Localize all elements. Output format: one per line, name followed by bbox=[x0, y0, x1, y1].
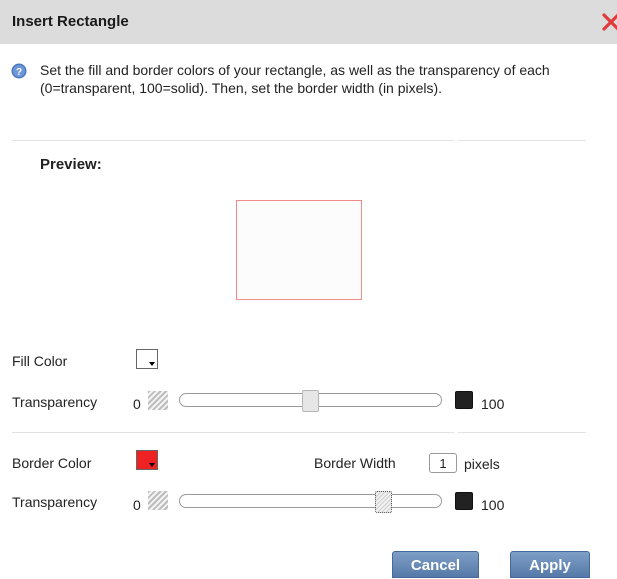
border-color-picker[interactable] bbox=[136, 450, 158, 470]
border-transparency-label: Transparency bbox=[12, 494, 98, 510]
fill-transparency-min: 0 bbox=[133, 396, 141, 412]
border-width-label: Border Width bbox=[314, 455, 396, 471]
divider bbox=[12, 432, 454, 433]
border-color-label: Border Color bbox=[12, 455, 92, 471]
apply-button[interactable]: Apply bbox=[510, 551, 590, 578]
slider-handle[interactable] bbox=[302, 390, 319, 412]
rectangle-preview bbox=[236, 200, 362, 300]
preview-label: Preview: bbox=[40, 156, 102, 173]
border-transparency-slider[interactable] bbox=[179, 491, 442, 513]
dialog-title: Insert Rectangle bbox=[12, 13, 129, 30]
transparent-swatch-icon bbox=[148, 391, 168, 410]
solid-swatch-icon bbox=[455, 492, 473, 510]
dropdown-arrow-icon bbox=[149, 362, 155, 366]
close-icon[interactable] bbox=[601, 12, 617, 32]
divider bbox=[458, 140, 586, 141]
fill-color-label: Fill Color bbox=[12, 353, 68, 369]
divider bbox=[12, 140, 454, 141]
fill-transparency-label: Transparency bbox=[12, 394, 98, 410]
border-width-input[interactable] bbox=[429, 453, 457, 473]
fill-transparency-slider[interactable] bbox=[179, 390, 442, 412]
cancel-button[interactable]: Cancel bbox=[392, 551, 479, 578]
slider-handle[interactable] bbox=[375, 491, 392, 513]
svg-text:?: ? bbox=[16, 67, 22, 78]
border-width-unit: pixels bbox=[464, 456, 500, 472]
divider bbox=[458, 432, 586, 433]
transparent-swatch-icon bbox=[148, 491, 168, 510]
dialog-titlebar: Insert Rectangle bbox=[0, 0, 617, 44]
info-icon: ? bbox=[11, 63, 27, 79]
border-transparency-min: 0 bbox=[133, 497, 141, 513]
fill-transparency-max: 100 bbox=[481, 396, 505, 412]
dropdown-arrow-icon bbox=[149, 463, 155, 467]
fill-color-picker[interactable] bbox=[136, 349, 158, 369]
instructions-text: Set the fill and border colors of your r… bbox=[40, 62, 550, 96]
solid-swatch-icon bbox=[455, 391, 473, 409]
border-transparency-max: 100 bbox=[481, 497, 505, 513]
